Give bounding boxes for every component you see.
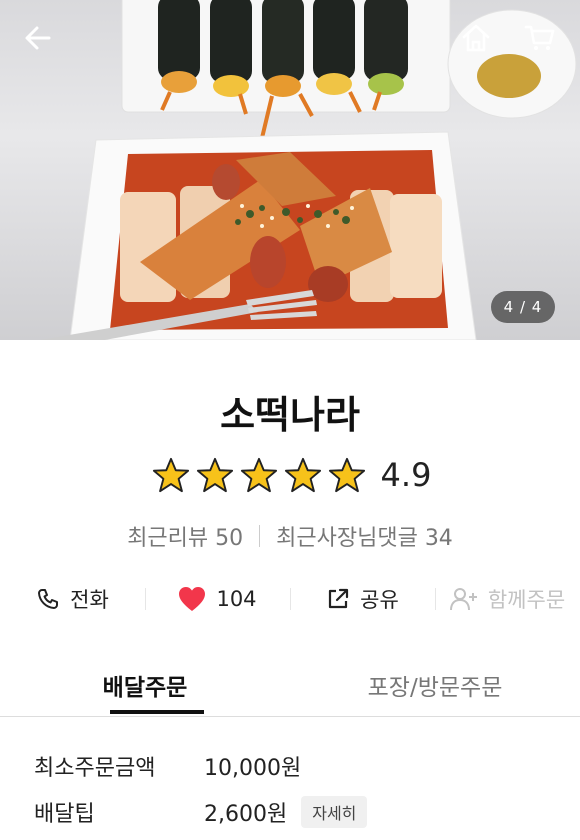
- rating-row: 4.9: [0, 452, 580, 498]
- heart-icon: [179, 587, 206, 611]
- tab-delivery-label: 배달주문: [102, 675, 188, 701]
- delivery-tip-row: 배달팁 2,600원 자세히: [34, 796, 368, 828]
- phone-icon: [38, 589, 59, 609]
- add-person-icon: [449, 588, 477, 611]
- call-button[interactable]: 전화: [0, 578, 145, 620]
- star-icon: [152, 457, 189, 493]
- gallery-counter: 4 / 4: [491, 291, 555, 323]
- share-label: 공유: [360, 588, 399, 612]
- back-button[interactable]: [18, 18, 58, 58]
- cart-button[interactable]: [520, 18, 560, 58]
- order-type-tabs: 배달주문 포장/방문주문: [0, 656, 580, 717]
- star-rating: [149, 456, 369, 494]
- star-icon: [196, 457, 233, 493]
- active-tab-indicator: [110, 710, 204, 714]
- like-count: 104: [216, 587, 257, 611]
- star-icon: [284, 457, 321, 493]
- star-icon: [240, 457, 277, 493]
- review-summary: 최근리뷰 50 최근사장님댓글 34: [0, 520, 580, 552]
- tab-pickup[interactable]: 포장/방문주문: [290, 656, 580, 716]
- call-label: 전화: [70, 588, 109, 612]
- tab-pickup-label: 포장/방문주문: [367, 675, 503, 701]
- group-order-button[interactable]: 함께주문: [435, 578, 580, 620]
- delivery-tip-value: 2,600원: [204, 802, 288, 827]
- rating-value: 4.9: [380, 456, 432, 494]
- action-bar: 전화 104 공유 함께주문: [0, 578, 580, 620]
- star-icon: [328, 457, 365, 493]
- min-order-label: 최소주문금액: [34, 756, 156, 781]
- divider: [259, 525, 261, 547]
- cart-icon: [524, 25, 555, 50]
- store-photo-gallery[interactable]: 4 / 4: [0, 0, 580, 340]
- min-order-row: 최소주문금액 10,000원: [34, 750, 301, 782]
- delivery-tip-label: 배달팁: [34, 802, 95, 827]
- owner-replies-link[interactable]: 최근사장님댓글 34: [276, 520, 453, 552]
- min-order-value: 10,000원: [204, 756, 302, 781]
- share-button[interactable]: 공유: [290, 578, 435, 620]
- group-order-label: 함께주문: [487, 588, 566, 612]
- back-arrow-icon: [25, 26, 51, 50]
- home-button[interactable]: [456, 18, 496, 58]
- tab-delivery[interactable]: 배달주문: [0, 656, 290, 716]
- home-icon: [462, 24, 490, 52]
- store-name: 소떡나라: [220, 393, 360, 437]
- share-icon: [329, 588, 349, 609]
- recent-reviews-link[interactable]: 최근리뷰 50: [127, 520, 243, 552]
- like-button[interactable]: 104: [145, 578, 290, 620]
- delivery-tip-detail-button[interactable]: 자세히: [301, 796, 368, 828]
